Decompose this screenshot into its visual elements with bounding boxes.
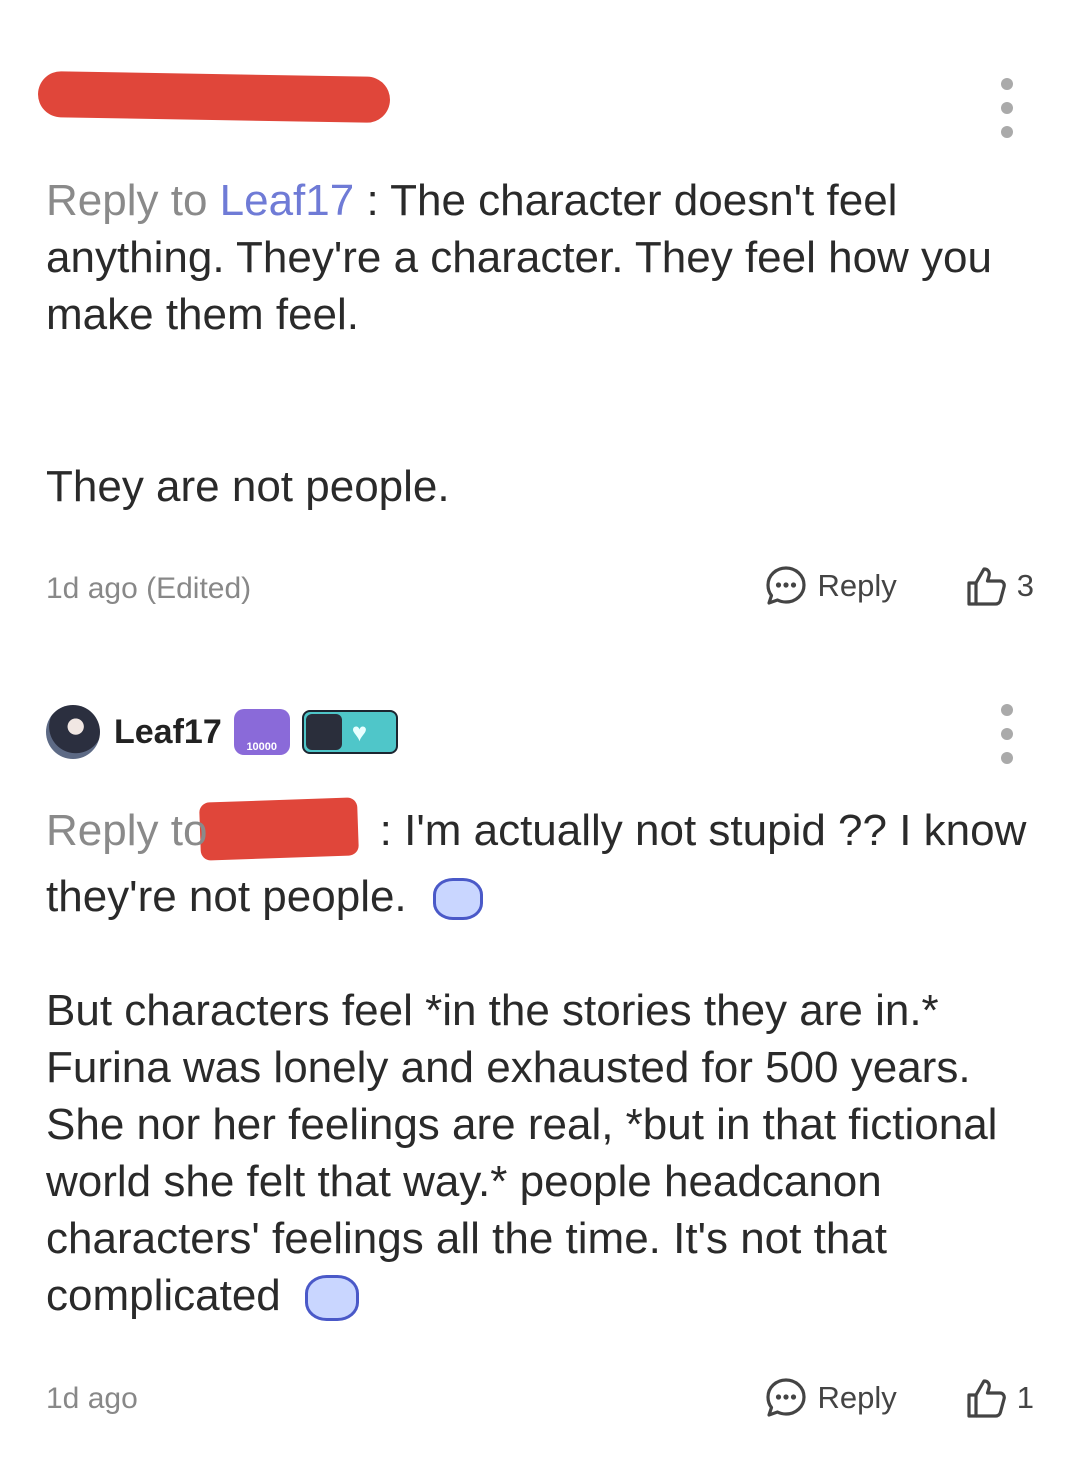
chat-bubble-icon: [766, 566, 807, 605]
username[interactable]: Leaf17: [114, 713, 222, 752]
reply-label: Reply: [817, 1380, 897, 1415]
redacted-username: [37, 70, 391, 124]
reply-target-link[interactable]: Leaf17: [220, 176, 355, 225]
comment-1: Reply to Leaf17 : The character doesn't …: [0, 0, 1080, 640]
timestamp: 1d ago (Edited): [46, 572, 252, 605]
reply-button[interactable]: Reply: [765, 565, 897, 607]
like-button[interactable]: 1: [965, 1376, 1034, 1420]
reply-label: Reply: [817, 568, 897, 603]
thumbs-up-icon: [967, 1379, 1006, 1418]
reply-to-label: Reply to: [46, 806, 208, 855]
sticker-emoji-icon: [432, 878, 483, 921]
profile-frame-badge-icon: ♥: [301, 710, 398, 754]
like-button[interactable]: 3: [965, 564, 1034, 608]
comment-actions: Reply 1: [765, 1376, 1034, 1420]
thumbs-up-sticker-icon: [305, 1275, 360, 1322]
like-count: 1: [1016, 1380, 1034, 1415]
thumbs-up-icon: [967, 567, 1006, 606]
more-options-icon[interactable]: [994, 704, 1020, 764]
comment-text-2: They are not people.: [46, 462, 450, 511]
comment-2: Leaf17 10000 ♥ Reply to : I'm actually n…: [0, 660, 1080, 1478]
comment-header: Leaf17 10000 ♥: [46, 704, 398, 760]
comment-body: Reply to Leaf17 : The character doesn't …: [46, 172, 1046, 343]
comment-body: Reply to : I'm actually not stupid ?? I …: [46, 798, 1046, 930]
paragraph-text: But characters feel *in the stories they…: [46, 986, 998, 1320]
badge-level: 10000: [246, 741, 278, 753]
timestamp: 1d ago: [46, 1382, 138, 1415]
comment-actions: Reply 3: [765, 564, 1034, 608]
chat-bubble-icon: [766, 1378, 807, 1417]
like-count: 3: [1016, 568, 1034, 603]
reply-to-label: Reply to: [46, 176, 220, 225]
more-options-icon[interactable]: [994, 78, 1020, 138]
comment-paragraph: But characters feel *in the stories they…: [46, 982, 1046, 1324]
avatar[interactable]: [46, 705, 100, 759]
level-badge-icon: 10000: [233, 709, 290, 755]
reply-button[interactable]: Reply: [765, 1377, 897, 1419]
